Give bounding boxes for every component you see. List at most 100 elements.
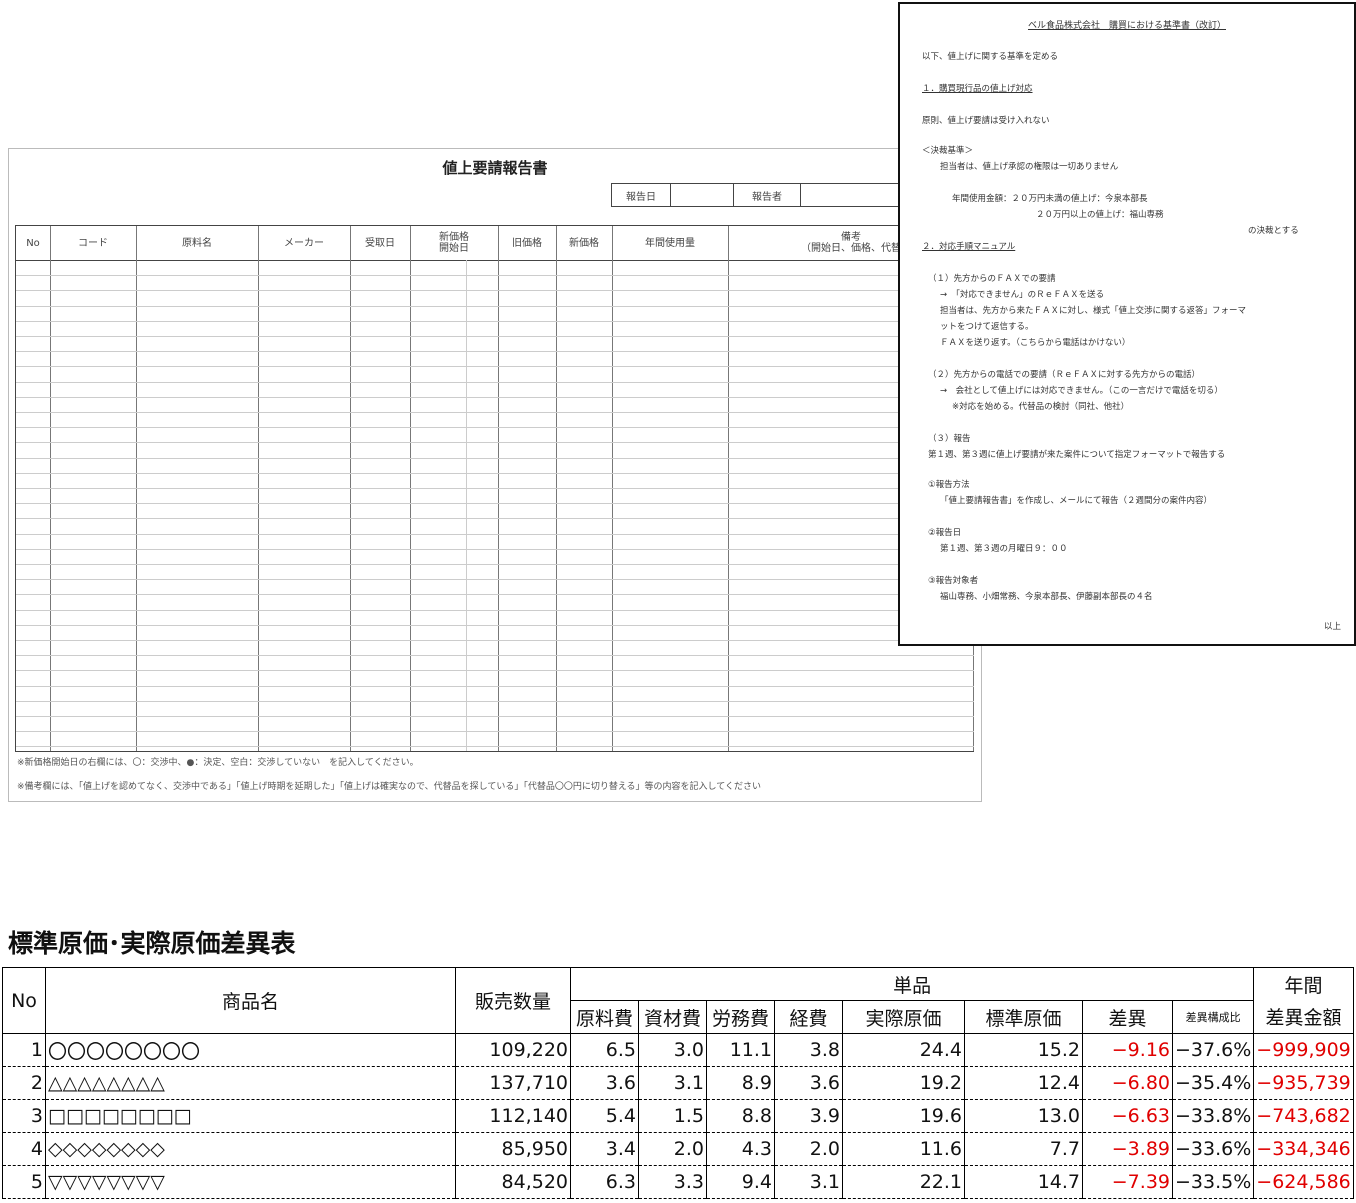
- cell-standard: 15.2: [964, 1033, 1083, 1067]
- grid-row-line: [16, 382, 974, 383]
- cell-expense: 3.9: [774, 1099, 843, 1133]
- table-row: 1 〇〇〇〇〇〇〇〇 109,220 6.5 3.0 11.1 3.8 24.4…: [2, 1033, 1354, 1067]
- cell-supplies: 2.0: [638, 1132, 707, 1166]
- cell-standard: 14.7: [964, 1165, 1083, 1199]
- cell-supplies: 3.0: [638, 1033, 707, 1067]
- cell-qty: 112,140: [455, 1099, 571, 1133]
- cell-qty: 109,220: [455, 1033, 571, 1067]
- grid-row-line: [16, 594, 974, 595]
- cell-standard: 7.7: [964, 1132, 1083, 1166]
- col-no: No: [26, 237, 40, 249]
- grid-row-line: [16, 503, 974, 504]
- cell-standard: 13.0: [964, 1099, 1083, 1133]
- doc-line: （３）報告: [928, 434, 971, 444]
- cell-actual: 19.6: [842, 1099, 965, 1133]
- variance-table: No 商品名 販売数量 単品 年間 原料費 資材費 労務費 経費 実際原価 標準…: [2, 967, 1354, 1199]
- cell-actual: 22.1: [842, 1165, 965, 1199]
- doc-line: → 「対応できません」のＲｅＦＡＸを送る: [940, 290, 1105, 300]
- grid-row-line: [16, 412, 974, 413]
- header-standard: 標準原価: [964, 1000, 1083, 1034]
- cell-expense: 3.8: [774, 1033, 843, 1067]
- doc-line: 担当者は、値上げ承認の権限は一切ありません: [940, 162, 1119, 172]
- grid-row-line: [16, 518, 974, 519]
- doc-line: ③報告対象者: [928, 576, 979, 586]
- cell-material: 3.6: [570, 1066, 639, 1100]
- cell-no: 1: [2, 1033, 46, 1067]
- header-diff: 差異: [1082, 1000, 1173, 1034]
- cell-expense: 2.0: [774, 1132, 843, 1166]
- cell-amount: −743,682: [1253, 1099, 1354, 1133]
- grid-row-line: [16, 655, 974, 656]
- table-row: 5 ▽▽▽▽▽▽▽▽ 84,520 6.3 3.3 9.4 3.1 22.1 1…: [2, 1165, 1354, 1199]
- cell-no: 2: [2, 1066, 46, 1100]
- col-annual-usage: 年間使用量: [645, 237, 695, 249]
- form-note-1: ※新価格開始日の右欄には、〇：交渉中、●：決定、空白：交渉していない を記入して…: [17, 758, 419, 768]
- cell-labor: 11.1: [706, 1033, 775, 1067]
- cell-material: 6.5: [570, 1033, 639, 1067]
- reporter-label: 報告者: [734, 184, 801, 206]
- grid-row-line: [16, 610, 974, 611]
- cell-labor: 4.3: [706, 1132, 775, 1166]
- grid-row-line: [16, 731, 974, 732]
- header-material: 原料費: [570, 1000, 639, 1034]
- cell-diff: −6.80: [1082, 1066, 1173, 1100]
- doc-line: → 会社として値上げには対応できません。（この一言だけで電話を切る）: [940, 386, 1223, 396]
- cell-expense: 3.1: [774, 1165, 843, 1199]
- grid-row-line: [16, 366, 974, 367]
- doc-line: （１）先方からのＦＡＸでの要請: [928, 274, 1056, 284]
- doc-line: （２）先方からの電話での要請（ＲｅＦＡＸに対する先方からの電話）: [928, 370, 1201, 380]
- cell-diff: −6.63: [1082, 1099, 1173, 1133]
- grid-row-line: [16, 473, 974, 474]
- cell-product: ◇◇◇◇◇◇◇◇: [45, 1132, 456, 1166]
- cell-amount: −334,346: [1253, 1132, 1354, 1166]
- cell-ratio: −33.6%: [1171, 1132, 1255, 1166]
- header-annual: 差異金額: [1253, 1000, 1354, 1034]
- grid-row-line: [16, 488, 974, 489]
- cell-diff: −7.39: [1082, 1165, 1173, 1199]
- grid-row-line: [16, 686, 974, 687]
- doc-line: ットをつけて返信する。: [940, 322, 1034, 332]
- report-date-value: [671, 184, 734, 206]
- doc-end: 以上: [1324, 622, 1342, 632]
- doc-line: 第１週、第３週の月曜日９：００: [940, 544, 1068, 554]
- header-annual-top: 年間: [1253, 967, 1354, 1001]
- cell-product: □□□□□□□□: [45, 1099, 456, 1133]
- doc-line: 以下、値上げに関する基準を定める: [922, 52, 1059, 62]
- doc-title: ベル食品株式会社 購買における基準書（改訂）: [1027, 21, 1226, 31]
- grid-row-line: [16, 290, 974, 291]
- grid-row-line: [16, 625, 974, 626]
- cell-amount: −624,586: [1253, 1165, 1354, 1199]
- grid-row-line: [16, 442, 974, 443]
- grid-row-line: [16, 321, 974, 322]
- cell-material: 3.4: [570, 1132, 639, 1166]
- col-material: 原料名: [182, 237, 212, 249]
- variance-table-title: 標準原価･実際原価差異表: [8, 929, 296, 958]
- cell-standard: 12.4: [964, 1066, 1083, 1100]
- doc-line: ②報告日: [928, 528, 962, 538]
- report-date-label: 報告日: [612, 184, 671, 206]
- cell-qty: 137,710: [455, 1066, 571, 1100]
- cell-expense: 3.6: [774, 1066, 843, 1100]
- doc-line: 第１週、第３週に値上げ要請が来た案件について指定フォーマットで報告する: [928, 450, 1226, 460]
- cell-supplies: 3.3: [638, 1165, 707, 1199]
- grid-header: No コード 原料名 メーカー 受取日 新価格 開始日 旧価格 新価格 年間使用…: [16, 226, 974, 261]
- header-product: 商品名: [45, 967, 456, 1034]
- header-ratio: 差異構成比: [1171, 1000, 1255, 1034]
- grid-row-line: [16, 579, 974, 580]
- doc-line: の決裁とする: [1248, 226, 1299, 236]
- purchasing-standards-document: ベル食品株式会社 購買における基準書（改訂） 以下、値上げに関する基準を定める …: [898, 2, 1356, 646]
- cell-ratio: −37.6%: [1171, 1033, 1255, 1067]
- cell-supplies: 3.1: [638, 1066, 707, 1100]
- cell-actual: 19.2: [842, 1066, 965, 1100]
- col-code: コード: [78, 237, 108, 249]
- cell-product: ▽▽▽▽▽▽▽▽: [45, 1165, 456, 1199]
- header-unit: 単品: [569, 967, 1255, 1001]
- grid-row-line: [16, 549, 974, 550]
- cell-supplies: 1.5: [638, 1099, 707, 1133]
- grid-row-line: [16, 458, 974, 459]
- cell-qty: 85,950: [455, 1132, 571, 1166]
- form-note-2: ※備考欄には、「値上げを認めてなく、交渉中である」「値上げ時期を延期した」「値上…: [17, 782, 762, 792]
- col-maker: メーカー: [284, 237, 324, 249]
- grid-row-line: [16, 716, 974, 717]
- header-labor: 労務費: [706, 1000, 775, 1034]
